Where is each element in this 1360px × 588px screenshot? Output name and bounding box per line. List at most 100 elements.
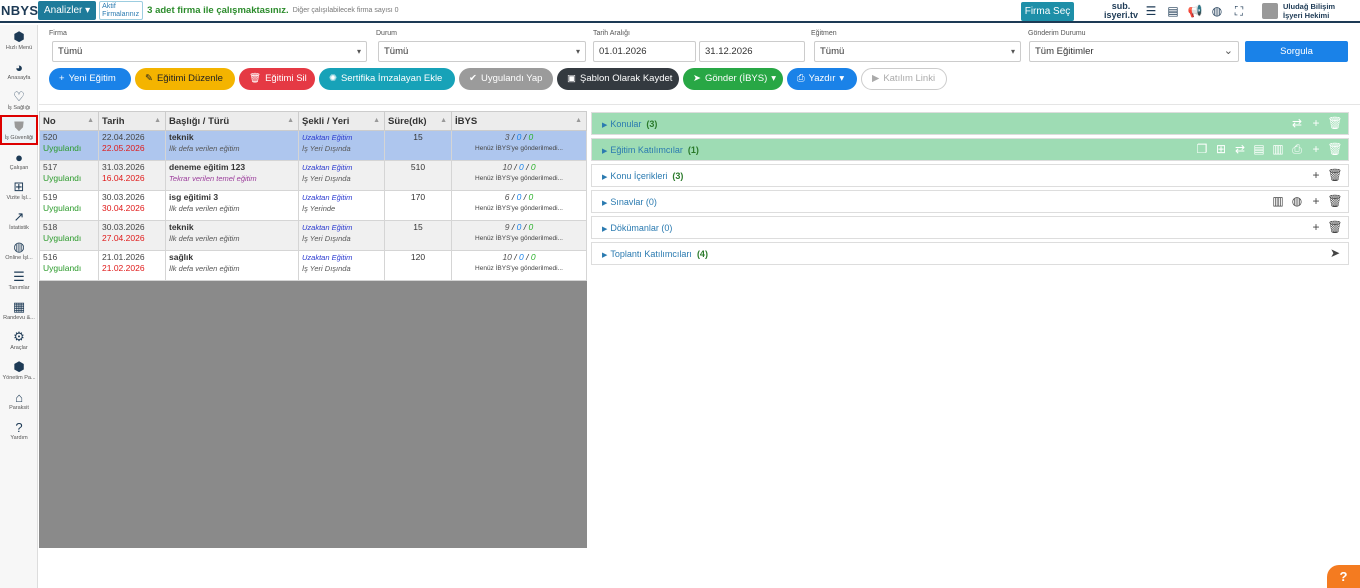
panel-sinavlar[interactable]: ▶ Sınavlar (0) ▥ ◍ + 🗑 bbox=[591, 190, 1349, 213]
tarih-start-input[interactable]: 01.01.2026 bbox=[593, 41, 696, 62]
sidebar-item-istatistik[interactable]: ↗ İstatistik bbox=[0, 205, 38, 235]
line-chart-icon: ↗ bbox=[13, 209, 25, 224]
sidebar-item-label: Paraksit bbox=[9, 405, 29, 411]
trash-icon[interactable]: 🗑 bbox=[1327, 193, 1342, 209]
col-tarih[interactable]: Tarih ▲ bbox=[98, 111, 166, 131]
table-row[interactable]: 517 Uygulandı 31.03.2026 16.04.2026 deneme… bbox=[39, 160, 587, 191]
panel-konular[interactable]: ▶ Konular (3) ⇄ + 🗑 bbox=[591, 112, 1349, 135]
table-row[interactable]: 519 Uygulandı 30.03.2026 30.04.2026 isg eğ… bbox=[39, 190, 587, 221]
user-menu[interactable]: Uludağ Bilişim İşyeri Hekimi bbox=[1262, 2, 1335, 20]
ibys-count-total: 6 bbox=[504, 192, 510, 202]
durum-select[interactable]: Tümü ▾ bbox=[378, 41, 586, 62]
print-icon[interactable]: ⎙ bbox=[1290, 141, 1304, 157]
egitimi-sil-button[interactable]: 🗑 Eğitimi Sil bbox=[239, 68, 315, 90]
sliders-icon: ☰ bbox=[13, 269, 25, 284]
swap-icon[interactable]: ⇄ bbox=[1233, 141, 1247, 157]
panel-dokumanlar[interactable]: ▶ Dökümanlar (0) + 🗑 bbox=[591, 216, 1349, 239]
col-sekil[interactable]: Şekli / Yeri ▲ bbox=[298, 111, 385, 131]
table-icon[interactable]: ⊞ bbox=[1214, 141, 1228, 157]
ibys-count-sent: 0 bbox=[516, 192, 522, 202]
medical-case-icon: ⊞ bbox=[13, 179, 25, 194]
table-row[interactable]: 518 Uygulandı 30.03.2026 27.04.2026 teknik… bbox=[39, 220, 587, 251]
sidebar-item-is-sagligi[interactable]: ♡ İş Sağlığı bbox=[0, 85, 38, 115]
sidebar-item-hizli-menu[interactable]: ⬢ Hızlı Menü bbox=[0, 25, 38, 55]
panel-toplanti-katilimcilari[interactable]: ▶ Toplantı Katılımcıları (4) ➤ bbox=[591, 242, 1349, 265]
egitmen-value: Tümü bbox=[820, 46, 845, 57]
yeni-egitim-button[interactable]: + Yeni Eğitim bbox=[49, 68, 131, 90]
aktif-firmalar-button[interactable]: Aktif Firmalarınız bbox=[99, 1, 144, 20]
col-ibys[interactable]: İBYS ▲ bbox=[451, 111, 587, 131]
megaphone-icon[interactable]: 📢 bbox=[1187, 3, 1203, 19]
sidebar-item-yardim[interactable]: ? Yardım bbox=[0, 415, 38, 445]
pdf-file-icon[interactable]: ▥ bbox=[1271, 193, 1285, 209]
yazdir-button[interactable]: ⎙ Yazdır ▾ bbox=[787, 68, 857, 90]
ibys-count-ok: 0 bbox=[528, 132, 534, 142]
sidebar-item-paraksit[interactable]: ⌂ Paraksit bbox=[0, 385, 38, 415]
print-icon: ⎙ bbox=[797, 73, 805, 84]
send-icon[interactable]: ➤ bbox=[1328, 245, 1342, 261]
sidebar-item-calisan[interactable]: ● Çalışan bbox=[0, 145, 38, 175]
col-no[interactable]: No ▲ bbox=[39, 111, 99, 131]
table-row[interactable]: 516 Uygulandı 21.01.2026 21.02.2026 sağlık… bbox=[39, 250, 587, 281]
panel-egitim-katilimcilar[interactable]: ▶ Eğitim Katılımcılar (1) ❐ ⊞ ⇄ ▤ ▥ ⎙ + 🗑 bbox=[591, 138, 1349, 161]
plus-icon[interactable]: + bbox=[1309, 141, 1323, 157]
firma-sec-button[interactable]: Firma Seç bbox=[1021, 2, 1074, 21]
col-baslik[interactable]: Başlığı / Türü ▲ bbox=[165, 111, 299, 131]
sablon-kaydet-button[interactable]: ▣ Şablon Olarak Kaydet bbox=[557, 68, 679, 90]
sidebar-item-anasayfa[interactable]: ◕ Anasayfa bbox=[0, 55, 38, 85]
table-row[interactable]: 520 Uygulandı 22.04.2026 22.05.2026 teknik… bbox=[39, 130, 587, 161]
row-yer: İş Yerinde bbox=[302, 204, 336, 213]
checklist-icon[interactable]: ☰ bbox=[1143, 3, 1159, 19]
sidebar-item-yonetim[interactable]: ⬢ Yönetim Pa... bbox=[0, 355, 38, 385]
tarih-end-input[interactable]: 31.12.2026 bbox=[699, 41, 805, 62]
gonderim-select[interactable]: Tüm Eğitimler ⌄ bbox=[1029, 41, 1239, 62]
caret-right-icon: ▶ bbox=[602, 122, 608, 129]
uygulandi-yap-button[interactable]: ✔ Uygulandı Yap bbox=[459, 68, 553, 90]
egitmen-select[interactable]: Tümü ▾ bbox=[814, 41, 1021, 62]
row-ibys-counts: 10 / 0 / 0 bbox=[502, 252, 536, 262]
row-ibys-note: Henüz İBYS'ye gönderilmedi... bbox=[475, 145, 563, 152]
sertifika-imzalayan-ekle-button[interactable]: ✺ Sertifika İmzalayan Ekle bbox=[319, 68, 455, 90]
sidebar-item-is-guvenligi[interactable]: ⛊ İş Güvenliği bbox=[0, 115, 38, 145]
sub-logo: sub. isyeri.tv bbox=[1103, 1, 1139, 20]
pdf-file-icon[interactable]: ▥ bbox=[1271, 141, 1285, 157]
plus-icon[interactable]: + bbox=[1309, 219, 1323, 235]
trash-icon[interactable]: 🗑 bbox=[1327, 141, 1342, 157]
trash-icon[interactable]: 🗑 bbox=[1327, 219, 1342, 235]
fullscreen-icon[interactable]: ⛶ bbox=[1231, 3, 1247, 19]
row-status: Uygulandı bbox=[43, 203, 82, 213]
col-sure[interactable]: Süre(dk) ▲ bbox=[384, 111, 452, 131]
panel-count: (4) bbox=[696, 249, 708, 259]
plus-icon[interactable]: + bbox=[1309, 193, 1323, 209]
firma-select[interactable]: Tümü ▾ bbox=[52, 41, 367, 62]
gonderim-label: Gönderim Durumu bbox=[1028, 30, 1086, 37]
plus-icon[interactable]: + bbox=[1309, 115, 1323, 131]
plus-icon[interactable]: + bbox=[1309, 167, 1323, 183]
globe-icon[interactable]: ◍ bbox=[1290, 193, 1304, 209]
sidebar-item-online[interactable]: ◍ Online İşl... bbox=[0, 235, 38, 265]
panel-konu-icerikleri[interactable]: ▶ Konu İçerikleri (3) + 🗑 bbox=[591, 164, 1349, 187]
sidebar-item-label: Vizite İşl... bbox=[6, 195, 32, 201]
sidebar-item-vizite[interactable]: ⊞ Vizite İşl... bbox=[0, 175, 38, 205]
sidebar-item-tanimlar[interactable]: ☰ Tanımlar bbox=[0, 265, 38, 295]
gonder-ibys-button[interactable]: ➤ Gönder (İBYS) ▾ bbox=[683, 68, 783, 90]
bar-chart-icon[interactable]: ▤ bbox=[1165, 3, 1181, 19]
panel-label: Konular bbox=[610, 119, 642, 129]
help-button[interactable]: ? bbox=[1327, 565, 1360, 588]
user-role: İşyeri Hekimi bbox=[1283, 11, 1330, 20]
excel-file-icon[interactable]: ▤ bbox=[1252, 141, 1266, 157]
egitimi-duzenle-button[interactable]: ✎ Eğitimi Düzenle bbox=[135, 68, 235, 90]
gonderim-value: Tüm Eğitimler bbox=[1035, 46, 1094, 57]
trash-icon[interactable]: 🗑 bbox=[1327, 167, 1342, 183]
copy-icon[interactable]: ❐ bbox=[1195, 141, 1209, 157]
sidebar-item-label: İstatistik bbox=[9, 225, 29, 231]
sorgula-button[interactable]: Sorgula bbox=[1245, 41, 1348, 62]
swap-icon[interactable]: ⇄ bbox=[1290, 115, 1304, 131]
sidebar-item-araclar[interactable]: ⚙ Araçlar bbox=[0, 325, 38, 355]
globe-icon[interactable]: ◍ bbox=[1209, 3, 1225, 19]
sidebar-item-label: Çalışan bbox=[9, 165, 29, 171]
sidebar-item-randevu[interactable]: ▦ Randevu &... bbox=[0, 295, 38, 325]
analizler-dropdown[interactable]: Analizler ▾ bbox=[38, 1, 97, 20]
katilim-linki-button[interactable]: ▶ Katılım Linki bbox=[861, 68, 947, 90]
trash-icon[interactable]: 🗑 bbox=[1327, 115, 1342, 131]
